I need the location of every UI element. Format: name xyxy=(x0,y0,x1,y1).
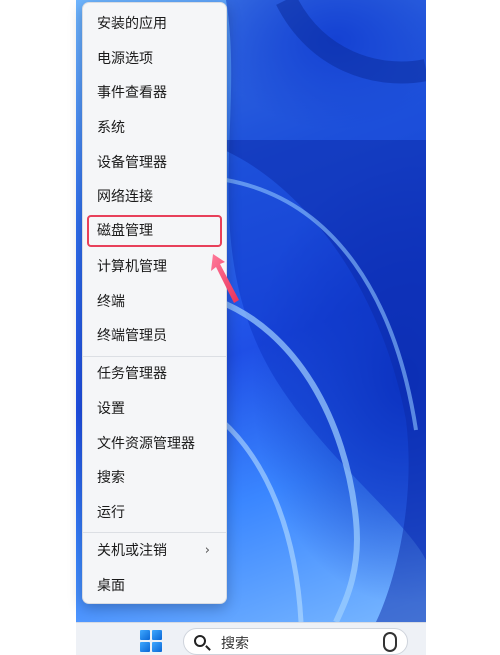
menu-item-event-viewer[interactable]: 事件查看器 xyxy=(89,79,220,107)
menu-item-task-manager[interactable]: 任务管理器 xyxy=(89,360,220,388)
search-placeholder: 搜索 xyxy=(221,636,249,652)
menu-item-settings[interactable]: 设置 xyxy=(89,395,220,423)
menu-item-desktop[interactable]: 桌面 xyxy=(89,572,220,600)
menu-divider xyxy=(83,356,226,357)
menu-item-network-connections[interactable]: 网络连接 xyxy=(89,183,220,211)
menu-item-terminal[interactable]: 终端 xyxy=(89,288,220,316)
menu-item-system[interactable]: 系统 xyxy=(89,114,220,142)
menu-item-shutdown-signout[interactable]: 关机或注销 › xyxy=(89,537,220,565)
menu-item-disk-management[interactable]: 磁盘管理 xyxy=(87,215,222,247)
menu-item-search[interactable]: 搜索 xyxy=(89,464,220,492)
menu-item-power-options[interactable]: 电源选项 xyxy=(89,45,220,73)
menu-item-device-manager[interactable]: 设备管理器 xyxy=(89,149,220,177)
chevron-right-icon: › xyxy=(204,543,210,558)
menu-item-computer-management[interactable]: 计算机管理 xyxy=(89,253,220,281)
taskbar-search-box[interactable]: 搜索 xyxy=(183,628,408,655)
menu-item-terminal-admin[interactable]: 终端管理员 xyxy=(89,322,220,350)
copilot-badge-icon[interactable] xyxy=(383,632,397,652)
annotation-arrow-icon xyxy=(211,254,239,303)
menu-item-run[interactable]: 运行 xyxy=(89,499,220,527)
windows-start-icon[interactable] xyxy=(140,630,162,652)
menu-item-installed-apps[interactable]: 安装的应用 xyxy=(89,10,220,38)
menu-divider xyxy=(83,532,226,533)
search-icon xyxy=(194,635,206,647)
menu-item-file-explorer[interactable]: 文件资源管理器 xyxy=(89,430,220,458)
